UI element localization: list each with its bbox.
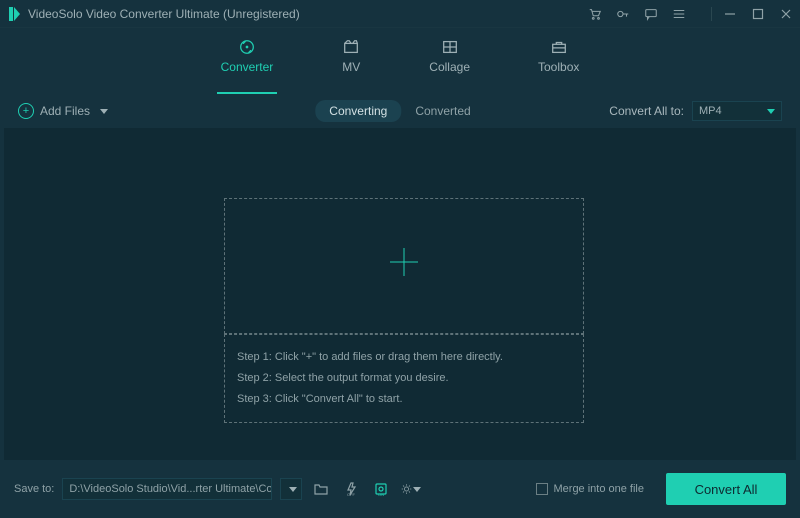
chevron-down-icon <box>413 487 421 492</box>
save-path-dropdown[interactable] <box>280 478 302 500</box>
close-icon[interactable] <box>778 6 794 22</box>
step-text: Step 1: Click "+" to add files or drag t… <box>237 347 571 368</box>
key-icon[interactable] <box>615 6 631 22</box>
cart-icon[interactable] <box>587 6 603 22</box>
plus-icon: + <box>18 103 34 119</box>
merge-checkbox[interactable]: Merge into one file <box>536 483 645 495</box>
plus-icon <box>386 244 422 289</box>
maximize-icon[interactable] <box>750 6 766 22</box>
gpu-accel-toggle[interactable]: ON <box>370 478 392 500</box>
tab-label: MV <box>342 60 360 74</box>
output-format-value: MP4 <box>699 105 722 117</box>
tab-mv[interactable]: MV <box>337 36 365 88</box>
segment-converting[interactable]: Converting <box>315 100 401 122</box>
tab-label: Collage <box>429 60 470 74</box>
high-speed-toggle[interactable]: OFF <box>340 478 362 500</box>
toolbox-icon <box>549 38 569 56</box>
mv-icon <box>341 38 361 56</box>
dropzone[interactable] <box>224 198 584 334</box>
menu-icon[interactable] <box>671 6 687 22</box>
convert-all-to-label: Convert All to: <box>609 104 684 118</box>
svg-text:ON: ON <box>378 492 384 497</box>
convert-all-button[interactable]: Convert All <box>666 473 786 505</box>
merge-label: Merge into one file <box>554 483 645 495</box>
tab-label: Toolbox <box>538 60 579 74</box>
segment-converted[interactable]: Converted <box>401 100 484 122</box>
converter-icon <box>237 38 257 56</box>
chevron-down-icon <box>100 109 108 114</box>
titlebar: VideoSolo Video Converter Ultimate (Unre… <box>0 0 800 28</box>
minimize-icon[interactable] <box>722 6 738 22</box>
add-files-button[interactable]: + Add Files <box>18 103 108 119</box>
step-text: Step 2: Select the output format you des… <box>237 368 571 389</box>
settings-button[interactable] <box>400 478 422 500</box>
tab-toolbox[interactable]: Toolbox <box>534 36 583 88</box>
chevron-down-icon <box>767 109 775 114</box>
segment-control: Converting Converted <box>315 100 484 122</box>
toolbar: + Add Files Converting Converted Convert… <box>0 94 800 128</box>
workspace: Step 1: Click "+" to add files or drag t… <box>4 128 796 468</box>
app-title: VideoSolo Video Converter Ultimate (Unre… <box>28 7 300 21</box>
tab-label: Converter <box>221 60 274 74</box>
main-tabs: Converter MV Collage Toolbox <box>0 28 800 88</box>
open-folder-button[interactable] <box>310 478 332 500</box>
add-files-label: Add Files <box>40 104 90 118</box>
output-format-select[interactable]: MP4 <box>692 101 782 121</box>
checkbox-icon <box>536 483 548 495</box>
feedback-icon[interactable] <box>643 6 659 22</box>
collage-icon <box>440 38 460 56</box>
save-path-field[interactable]: D:\VideoSolo Studio\Vid...rter Ultimate\… <box>62 478 272 500</box>
step-text: Step 3: Click "Convert All" to start. <box>237 389 571 410</box>
footer: Save to: D:\VideoSolo Studio\Vid...rter … <box>0 460 800 518</box>
tab-collage[interactable]: Collage <box>425 36 474 88</box>
save-to-label: Save to: <box>14 483 54 495</box>
app-logo <box>8 6 22 22</box>
chevron-down-icon <box>289 487 297 492</box>
tab-converter[interactable]: Converter <box>217 36 278 88</box>
svg-text:OFF: OFF <box>347 492 356 497</box>
instructions: Step 1: Click "+" to add files or drag t… <box>224 334 584 423</box>
